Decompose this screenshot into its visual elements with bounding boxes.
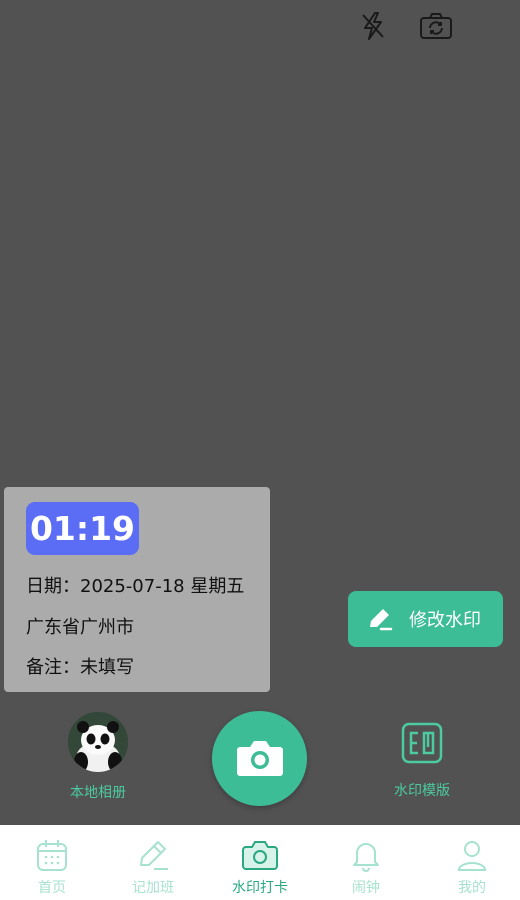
tab-label: 记加班 xyxy=(132,880,174,896)
template-icon xyxy=(400,721,444,765)
bottom-tab-bar: 首页 记加班 水印打卡 闹钟 我的 xyxy=(0,825,520,900)
camera-icon xyxy=(242,837,278,873)
tab-label: 我的 xyxy=(458,880,486,896)
bell-icon xyxy=(348,837,384,873)
local-album-button[interactable]: 本地相册 xyxy=(60,712,136,802)
camera-switch-icon[interactable] xyxy=(416,6,456,46)
tab-alarm[interactable]: 闹钟 xyxy=(314,825,418,900)
local-album-label: 本地相册 xyxy=(70,785,126,801)
watermark-template-label: 水印模版 xyxy=(394,783,450,799)
watermark-date: 日期：2025-07-18 星期五 xyxy=(26,572,244,598)
watermark-note: 备注：未填写 xyxy=(26,653,134,679)
shutter-button[interactable] xyxy=(212,711,307,806)
date-label: 日期： xyxy=(26,576,80,597)
watermark-card[interactable]: 01:19 日期：2025-07-18 星期五 广东省广州市 备注：未填写 xyxy=(4,487,270,692)
edit-pen-icon xyxy=(365,604,395,634)
edit-watermark-button[interactable]: 修改水印 xyxy=(348,591,503,647)
flash-off-icon[interactable] xyxy=(353,6,393,46)
tab-home[interactable]: 首页 xyxy=(0,825,104,900)
user-icon xyxy=(454,837,490,873)
watermark-location: 广东省广州市 xyxy=(26,617,134,638)
camera-viewfinder[interactable] xyxy=(0,0,520,825)
note-label: 备注： xyxy=(26,657,80,678)
edit-watermark-label: 修改水印 xyxy=(409,610,481,631)
album-thumbnail xyxy=(68,712,128,772)
tab-profile[interactable]: 我的 xyxy=(420,825,520,900)
camera-icon xyxy=(236,737,284,781)
pencil-icon xyxy=(135,837,171,873)
tab-watermark-checkin[interactable]: 水印打卡 xyxy=(208,825,312,900)
tab-label: 闹钟 xyxy=(352,880,380,896)
tab-overtime[interactable]: 记加班 xyxy=(101,825,205,900)
tab-label: 水印打卡 xyxy=(232,880,288,896)
date-value: 2025-07-18 星期五 xyxy=(80,576,245,597)
note-value: 未填写 xyxy=(80,657,134,678)
tab-label: 首页 xyxy=(38,880,66,896)
calendar-icon xyxy=(34,837,70,873)
watermark-time: 01:19 xyxy=(26,502,139,555)
watermark-template-button[interactable]: 水印模版 xyxy=(382,721,462,800)
